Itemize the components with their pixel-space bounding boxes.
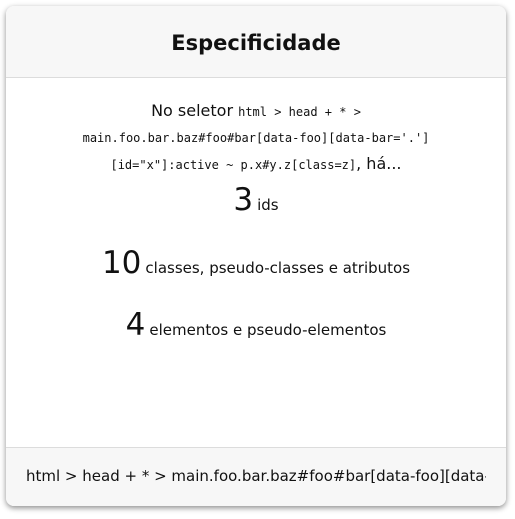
selector-code-part2: main.foo.bar.baz#foo#bar[data-foo][data-… [82,131,430,145]
stat-ids-count: 3 [233,182,254,218]
selector-description: No seletor html > head + * > main.foo.ba… [26,98,486,178]
stat-elements: 4 elementos e pseudo-elementos [6,307,506,343]
specificity-card: Especificidade No seletor html > head + … [6,6,506,506]
selector-input[interactable]: html > head + * > main.foo.bar.baz#foo#b… [26,467,486,485]
card-title: Especificidade [171,30,341,55]
stat-classes-label: classes, pseudo-classes e atributos [145,259,411,277]
stat-elements-label: elementos e pseudo-elementos [149,321,387,339]
intro-suffix: , há... [356,154,402,173]
stat-ids: 3 ids [6,182,506,218]
selector-code-part1: html > head + * > [238,105,361,119]
stat-elements-count: 4 [125,307,146,343]
card-footer: html > head + * > main.foo.bar.baz#foo#b… [6,447,506,506]
stat-ids-label: ids [257,196,279,214]
selector-code-part3: [id="x"]:active ~ p.x#y.z[class=z] [110,158,357,172]
card-header: Especificidade [6,6,506,78]
card-body: No seletor html > head + * > main.foo.ba… [6,78,506,448]
stat-classes-count: 10 [101,245,142,281]
stat-classes: 10 classes, pseudo-classes e atributos [6,245,506,281]
intro-prefix: No seletor [151,101,234,120]
